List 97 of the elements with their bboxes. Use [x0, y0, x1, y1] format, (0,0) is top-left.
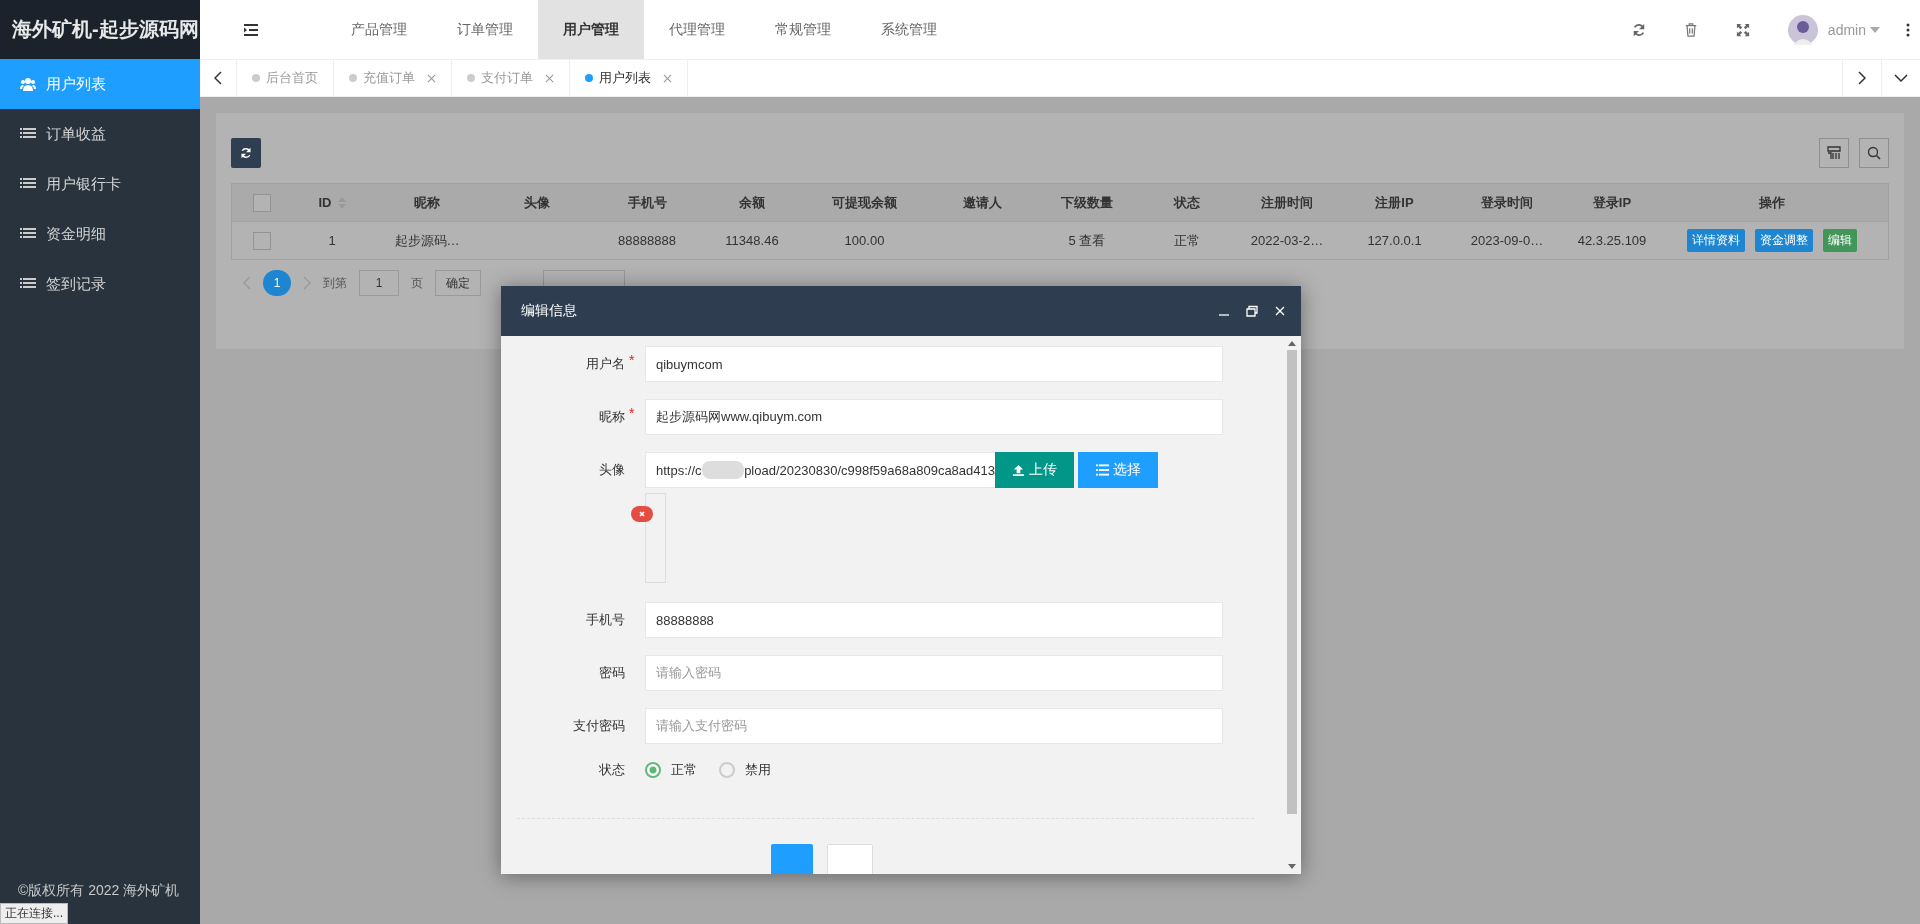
field-label: 密码	[598, 664, 625, 682]
column-header: 登录时间	[1481, 193, 1533, 212]
columns-icon	[1827, 146, 1841, 160]
input-field[interactable]: qibuymcom	[645, 346, 1223, 382]
radio-option[interactable]: 正常	[645, 761, 697, 779]
avatar[interactable]	[1787, 14, 1818, 45]
dot-icon	[467, 74, 475, 82]
upload-icon	[1012, 463, 1025, 477]
scroll-up-icon[interactable]	[1288, 340, 1296, 346]
column-header: 操作	[1759, 193, 1785, 212]
caret-icon	[1870, 26, 1880, 33]
row-action-button[interactable]: 资金调整	[1755, 229, 1813, 252]
avatar-url-field[interactable]: https://c pload/20230830/c998f59a68a809ca8ad413	[645, 452, 995, 488]
field-label: 用户名	[585, 355, 625, 373]
column-header: 登录IP	[1592, 193, 1632, 212]
chevron-right-icon	[1858, 71, 1866, 85]
table-cell: 100.00	[844, 233, 885, 248]
delete-badge-icon[interactable]	[631, 506, 653, 522]
table-cell: 5 查看	[1068, 231, 1106, 250]
chevron-left-icon	[214, 71, 222, 85]
table-cell: 1	[328, 233, 336, 248]
sidebar-item[interactable]: 签到记录	[0, 259, 200, 309]
row-action-button[interactable]: 详情资料	[1687, 229, 1745, 252]
confirm-button[interactable]: 确定	[435, 270, 481, 296]
nav-menu-item[interactable]: 代理管理	[644, 0, 750, 59]
table-cell: 88888888	[618, 233, 676, 248]
list-icon	[20, 227, 36, 241]
column-header: 可提现余额	[832, 193, 897, 212]
table-cell: 11348.46	[725, 233, 779, 248]
column-header: 注册时间	[1261, 193, 1313, 212]
dot-icon	[585, 74, 593, 82]
table-cell: 42.3.25.109	[1577, 233, 1647, 248]
fullscreen-icon[interactable]	[1735, 22, 1750, 37]
nav-menu-item[interactable]: 订单管理	[432, 0, 538, 59]
column-header: 状态	[1174, 193, 1200, 212]
upload-button[interactable]: 上传	[995, 452, 1074, 488]
list-icon	[1095, 464, 1109, 476]
nav-menu-item[interactable]: 用户管理	[538, 0, 644, 59]
page-tab[interactable]: 用户列表	[570, 60, 688, 96]
table-cell: 起步源码…	[394, 231, 460, 250]
sidebar-item[interactable]: 订单收益	[0, 109, 200, 159]
column-header: 昵称	[414, 193, 440, 212]
table-cell: 正常	[1174, 231, 1200, 250]
required-mark: *	[629, 405, 635, 421]
sidebar-item[interactable]: 用户银行卡	[0, 159, 200, 209]
nav-menu-item[interactable]: 系统管理	[856, 0, 962, 59]
table-cell: 2023-09-0…	[1470, 233, 1544, 248]
table-cell: 127.0.0.1	[1367, 233, 1422, 248]
input-field[interactable]: 起步源码网www.qibuym.com	[645, 399, 1223, 435]
dot-icon	[349, 74, 357, 82]
column-header: 余额	[739, 193, 765, 212]
trash-icon[interactable]	[1683, 22, 1698, 37]
more-icon[interactable]	[1906, 22, 1910, 37]
column-header: 邀请人	[962, 193, 1002, 212]
list-icon	[20, 277, 36, 291]
page-input[interactable]: 1	[359, 270, 399, 296]
dialog-title: 编辑信息	[521, 302, 577, 320]
list-icon	[20, 177, 36, 191]
page-unit: 页	[411, 274, 423, 292]
users-icon	[20, 77, 36, 91]
column-header: ID	[318, 195, 332, 210]
row-action-button[interactable]: 编辑	[1823, 229, 1857, 252]
copyright-text: ©版权所有 2022 海外矿机	[18, 882, 180, 900]
column-header: 手机号	[627, 193, 667, 212]
goto-label: 到第	[323, 274, 347, 292]
field-label: 头像	[598, 461, 625, 479]
columns-button[interactable]	[1819, 138, 1849, 168]
sidebar-item[interactable]: 资金明细	[0, 209, 200, 259]
table-cell: 2022-03-2…	[1250, 233, 1324, 248]
list-icon	[20, 127, 36, 141]
field-label: 状态	[598, 761, 625, 779]
row-checkbox[interactable]	[253, 231, 271, 250]
field-label: 手机号	[585, 611, 625, 629]
current-page[interactable]: 1	[263, 270, 291, 296]
brand-title: 海外矿机-起步源码网	[0, 0, 200, 59]
input-field[interactable]: 88888888	[645, 602, 1223, 638]
column-header: 注册IP	[1375, 193, 1414, 212]
refresh-icon	[240, 147, 252, 159]
search-button[interactable]	[1859, 138, 1889, 168]
refresh-icon[interactable]	[1631, 22, 1646, 37]
nav-menu-item[interactable]: 常规管理	[750, 0, 856, 59]
field-label: 昵称	[598, 408, 625, 426]
dot-icon	[252, 74, 260, 82]
required-mark: *	[629, 352, 635, 368]
maximize-icon[interactable]	[1246, 305, 1258, 317]
status-tooltip: 正在连接...	[0, 903, 68, 924]
refresh-button[interactable]	[231, 138, 261, 168]
scroll-down-icon[interactable]	[1288, 864, 1296, 870]
radio-option[interactable]: 禁用	[719, 761, 771, 779]
select-all-checkbox[interactable]	[253, 193, 271, 212]
column-header: 头像	[524, 193, 550, 212]
chevron-down-icon	[1894, 74, 1908, 82]
search-icon	[1867, 146, 1881, 160]
column-header: 下级数量	[1061, 193, 1113, 212]
menu-toggle-icon[interactable]	[244, 23, 258, 36]
field-label: 支付密码	[572, 717, 625, 735]
nav-menu-item[interactable]: 产品管理	[326, 0, 432, 59]
